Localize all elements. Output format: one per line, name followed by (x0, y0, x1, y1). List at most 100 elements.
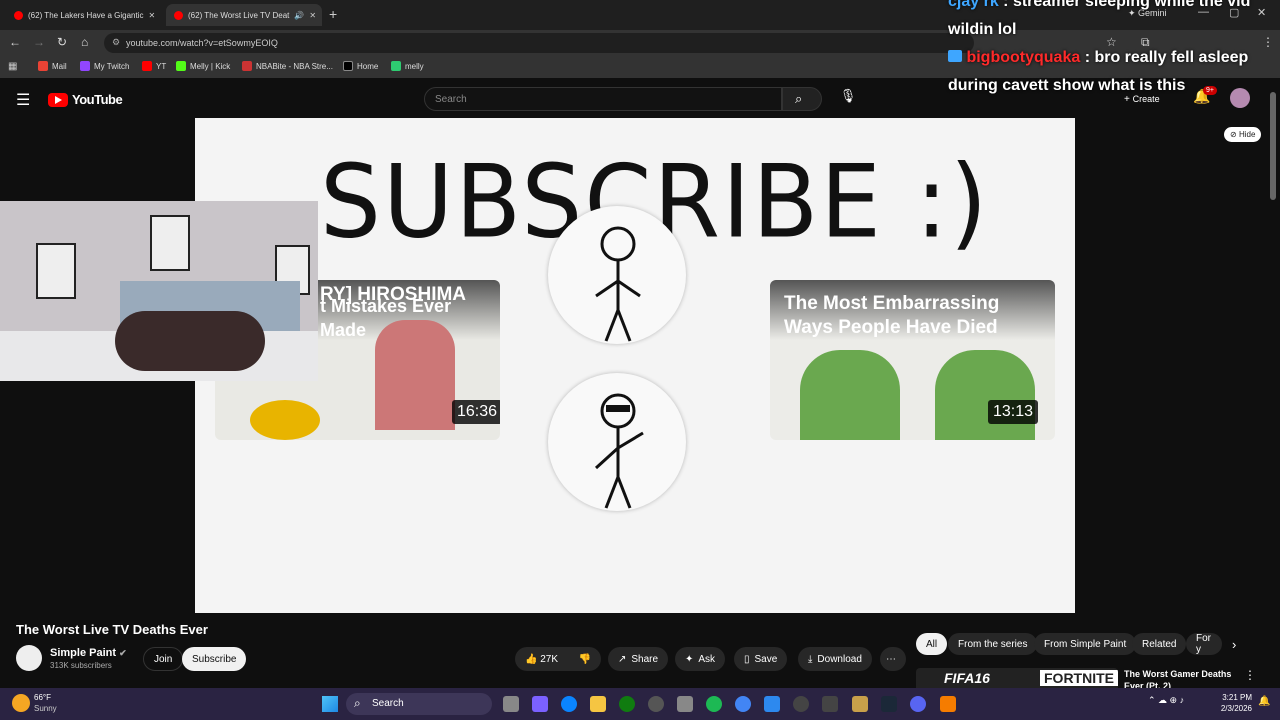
forward-icon[interactable]: → (33, 35, 45, 49)
share-button[interactable]: ↗ Share (608, 647, 669, 671)
taskbar-search[interactable]: ⌕ Search (346, 693, 492, 715)
chevron-right-icon[interactable]: › (1232, 637, 1236, 652)
more-actions-icon[interactable]: ⋯ (880, 647, 906, 671)
subscribe-label: Subscribe (192, 653, 237, 665)
bookmark-home[interactable]: Home (343, 61, 378, 71)
taskbar-time[interactable]: 3:21 PM (1216, 693, 1252, 702)
hamburger-menu-icon[interactable]: ☰ (16, 90, 30, 110)
download-icon: ⤓ (808, 653, 813, 665)
hide-chat-button[interactable]: ⊘ Hide (1224, 127, 1262, 142)
xbox-icon[interactable] (619, 696, 635, 712)
bookmark-kick[interactable]: Melly | Kick (176, 61, 230, 71)
file-explorer-icon[interactable] (590, 696, 606, 712)
character-illustration (800, 350, 900, 440)
app-icon[interactable] (852, 696, 868, 712)
app-icon[interactable] (822, 696, 838, 712)
chip-label: All (926, 638, 938, 650)
chip-for-you[interactable]: For y (1186, 633, 1222, 655)
site-info-icon[interactable]: ⚙ (112, 37, 120, 48)
tray-icons[interactable]: ⌃ ☁ ⊕ ♪ (1148, 695, 1184, 706)
store-icon[interactable] (677, 696, 693, 712)
taskbar-date: 2/3/2026 (1220, 704, 1252, 713)
channel-subscribe-avatar[interactable] (548, 206, 686, 344)
reload-icon[interactable]: ↻ (57, 35, 67, 49)
next-video-thumbnail[interactable]: FIFA16 FORTNITE (916, 668, 1118, 688)
thumbs-down-icon[interactable]: 👎 (579, 654, 591, 665)
chrome-icon[interactable] (735, 696, 751, 712)
bookmark-yt[interactable]: YT (142, 61, 166, 71)
youtube-wordmark: YouTube (72, 92, 123, 107)
chip-related[interactable]: Related (1132, 633, 1187, 655)
download-label: Download (817, 653, 862, 665)
home-icon[interactable]: ⌂ (81, 35, 88, 49)
download-button[interactable]: ⤓ Download (798, 647, 872, 671)
bookmark-label: Mail (52, 61, 67, 71)
chat-message: cjay rk : streamer sleeping while the vi… (948, 0, 1280, 44)
radiation-symbol-icon (250, 400, 320, 440)
windows-taskbar: 66°F Sunny ⌕ Search ⌃ ☁ ⊕ ♪ 3:21 PM 2/3/… (0, 688, 1280, 720)
gmail-icon (38, 61, 48, 71)
browser-tab[interactable]: (62) The Lakers Have a Gigantic ✕ (6, 4, 162, 26)
steam-icon[interactable] (881, 696, 897, 712)
save-button[interactable]: ▯ Save (734, 647, 788, 671)
browser-tab-active[interactable]: (62) The Worst Live TV Deat 🔊 ✕ (166, 4, 322, 26)
character-illustration (935, 350, 1035, 440)
left-card-duration: 16:36 (452, 400, 500, 424)
subscribe-button[interactable]: Subscribe (182, 647, 247, 671)
video-title: The Worst Live TV Deaths Ever (16, 622, 208, 637)
ask-button[interactable]: ✦ Ask (675, 647, 726, 671)
edge-icon[interactable] (561, 696, 577, 712)
channel-avatar[interactable] (16, 645, 42, 671)
discord-icon[interactable] (910, 696, 926, 712)
notification-center-icon[interactable]: 🔔 (1258, 696, 1270, 707)
youtube-favicon-icon (14, 10, 23, 20)
media-player-icon[interactable] (793, 696, 809, 712)
photos-icon[interactable] (764, 696, 780, 712)
chip-from-series[interactable]: From the series (948, 633, 1038, 655)
microphone-icon[interactable]: 🎙 (838, 88, 858, 110)
bookmark-nbabite[interactable]: NBABite - NBA Stre... (242, 61, 333, 71)
close-tab-icon[interactable]: ✕ (148, 11, 155, 20)
video-player[interactable]: SUBSCRIBE :) RY] HIROSHIMA t Mistakes Ev… (195, 118, 1075, 613)
chip-from-channel[interactable]: From Simple Paint (1034, 633, 1137, 655)
speaker-icon[interactable]: 🔊 (294, 11, 304, 20)
channel-avatar-cool[interactable] (548, 373, 686, 511)
join-button[interactable]: Join (143, 647, 184, 671)
apps-grid-icon[interactable]: ▦ (8, 61, 17, 72)
search-icon: ⌕ (354, 696, 361, 710)
save-label: Save (754, 653, 778, 665)
tab-label: (62) The Worst Live TV Deat (188, 10, 290, 20)
channel-name[interactable]: Simple Paint ✔ (50, 647, 127, 659)
wall-poster (150, 215, 190, 271)
close-tab-icon[interactable]: ✕ (309, 11, 316, 20)
next-video-title[interactable]: The Worst Gamer Deaths Ever (Pt. 2) (1124, 668, 1236, 688)
chip-label: For y (1196, 633, 1211, 655)
bookmark-icon: ▯ (744, 653, 750, 665)
search-input[interactable]: Search (424, 87, 782, 111)
new-tab-icon[interactable]: + (329, 6, 337, 22)
thumb-text-right: FORTNITE (1040, 670, 1118, 686)
bookmark-twitch[interactable]: My Twitch (80, 61, 129, 71)
chat-message: bigbootyquaka : bro really fell asleep d… (948, 44, 1280, 100)
bookmark-mail[interactable]: Mail (38, 61, 67, 71)
bookmark-melly[interactable]: melly (391, 61, 424, 71)
end-card-video-right[interactable]: The Most Embarrassing Ways People Have D… (770, 280, 1055, 440)
chip-label: From Simple Paint (1044, 638, 1127, 650)
like-button[interactable]: 👍 27K (525, 654, 558, 665)
spotify-icon[interactable] (706, 696, 722, 712)
copilot-icon[interactable] (532, 696, 548, 712)
search-placeholder: Search (435, 94, 467, 105)
address-bar[interactable]: ⚙ youtube.com/watch?v=etSowmyEOIQ (104, 33, 974, 53)
task-view-icon[interactable] (503, 696, 519, 712)
youtube-logo[interactable]: YouTube (48, 92, 123, 107)
weather-temp[interactable]: 66°F (34, 693, 51, 702)
chip-all[interactable]: All (916, 633, 948, 655)
obs-icon[interactable] (648, 696, 664, 712)
chat-username: bigbootyquaka (966, 49, 1081, 66)
windows-start-icon[interactable] (322, 696, 338, 712)
next-video-menu-icon[interactable]: ⋮ (1244, 668, 1256, 682)
search-button[interactable]: ⌕ (782, 87, 822, 111)
back-icon[interactable]: ← (9, 35, 21, 49)
verified-icon: ✔ (119, 648, 127, 658)
app-icon[interactable] (940, 696, 956, 712)
